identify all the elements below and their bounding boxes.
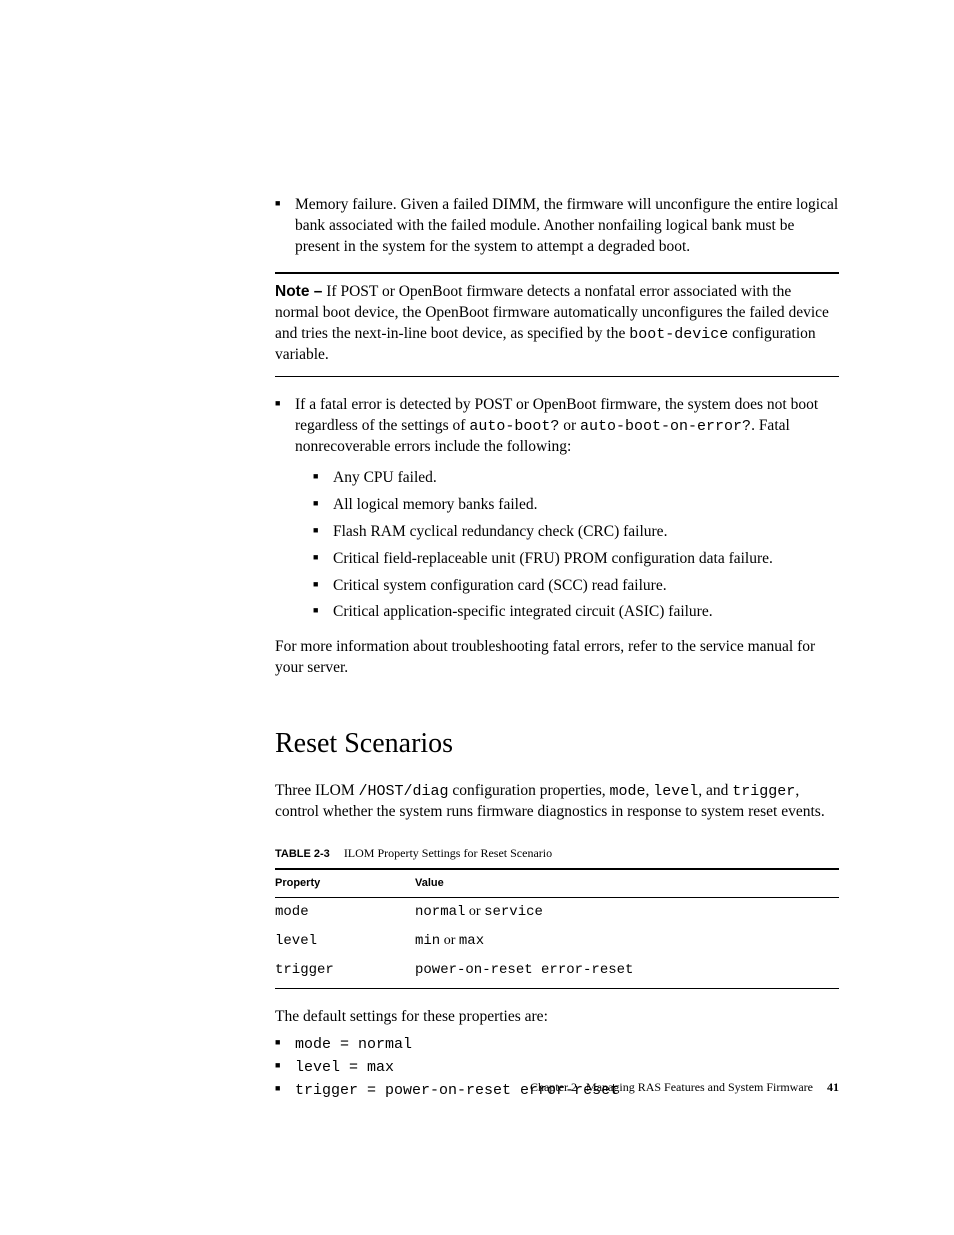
list-item: Memory failure. Given a failed DIMM, the… (275, 195, 839, 258)
more-info-para: For more information about troubleshooti… (275, 637, 839, 679)
list-item: Critical field-replaceable unit (FRU) PR… (313, 549, 839, 570)
section-heading: Reset Scenarios (275, 725, 839, 763)
list-item: level = max (275, 1057, 839, 1078)
table-label: TABLE 2-3 (275, 848, 330, 860)
list-item: mode = normal (275, 1034, 839, 1055)
bullet-text: Memory failure. Given a failed DIMM, the… (295, 196, 838, 255)
note-code: boot-device (629, 326, 728, 343)
inner-list: Any CPU failed. All logical memory banks… (295, 468, 839, 624)
reset-intro: Three ILOM /HOST/diag configuration prop… (275, 781, 839, 823)
list-item: Critical system configuration card (SCC)… (313, 576, 839, 597)
list-item: All logical memory banks failed. (313, 495, 839, 516)
page-footer: Chapter 2 Managing RAS Features and Syst… (530, 1079, 839, 1095)
list-item: Critical application-specific integrated… (313, 602, 839, 623)
footer-chapter: Chapter 2 (530, 1080, 577, 1094)
table-header: Value (415, 869, 839, 897)
footer-title: Managing RAS Features and System Firmwar… (586, 1080, 813, 1094)
top-bullet-list: Memory failure. Given a failed DIMM, the… (275, 195, 839, 258)
table-title: ILOM Property Settings for Reset Scenari… (344, 846, 552, 860)
fatal-code2: auto-boot-on-error? (580, 418, 751, 435)
table-header: Property (275, 869, 415, 897)
table-caption: TABLE 2-3 ILOM Property Settings for Rese… (275, 845, 839, 862)
note-label: Note – (275, 283, 322, 300)
defaults-intro: The default settings for these propertie… (275, 1007, 839, 1028)
properties-table: Property Value mode normal or service le… (275, 868, 839, 989)
list-item: Any CPU failed. (313, 468, 839, 489)
fatal-code1: auto-boot? (469, 418, 559, 435)
list-item: If a fatal error is detected by POST or … (275, 395, 839, 624)
table-row: trigger power-on-reset error-reset (275, 956, 839, 988)
table-row: level min or max (275, 927, 839, 956)
page-number: 41 (827, 1080, 839, 1094)
list-item: Flash RAM cyclical redundancy check (CRC… (313, 522, 839, 543)
note-box: Note – If POST or OpenBoot firmware dete… (275, 272, 839, 377)
fatal-mid: or (559, 417, 580, 434)
table-row: mode normal or service (275, 897, 839, 926)
